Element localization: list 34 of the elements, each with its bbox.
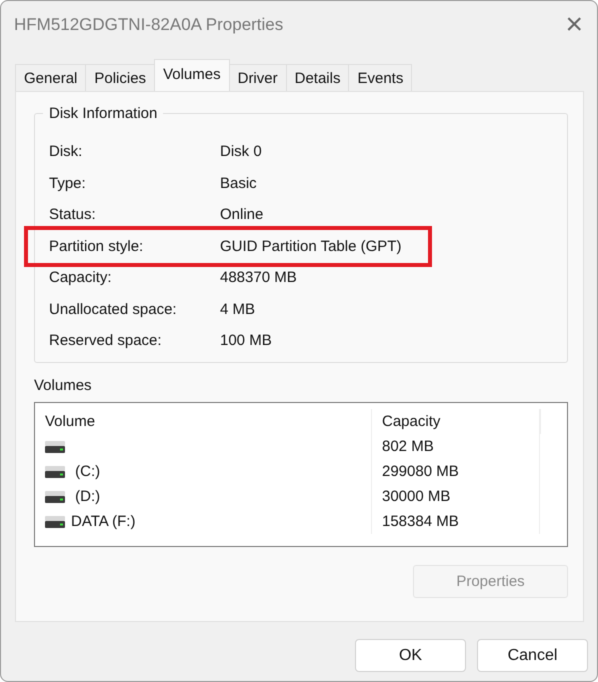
tab[interactable]: Volumes: [154, 59, 230, 91]
field-value: 488370 MB: [220, 269, 297, 286]
capacity-cell: 30000 MB: [372, 484, 540, 509]
field-label: Disk:: [49, 143, 84, 160]
section-title: Volumes: [34, 377, 93, 394]
drive-icon: [45, 440, 65, 452]
close-button[interactable]: ×: [565, 10, 583, 40]
capacity-cell: 299080 MB: [372, 459, 540, 484]
dialog-button[interactable]: Cancel: [477, 639, 588, 672]
volume-name: (C:): [74, 463, 100, 480]
field-value: GUID Partition Table (GPT): [220, 238, 402, 255]
field-value: Basic: [220, 174, 257, 192]
field-label: Partition style:: [49, 238, 144, 255]
field-value: Online: [220, 206, 264, 224]
field-value: 100 MB: [220, 332, 272, 350]
volume-name: DATA (F:): [71, 513, 136, 530]
field-label: Reserved space:: [49, 332, 163, 350]
drive-icon: [45, 516, 65, 528]
capacity-cell: 802 MB: [372, 434, 540, 459]
volume-name: (D:): [74, 488, 100, 505]
field-value: 4 MB: [220, 300, 256, 318]
field-label: Status:: [49, 206, 97, 224]
drive-icon: [45, 490, 65, 502]
field-label: Type:: [49, 174, 87, 192]
field-label: Capacity:: [49, 269, 113, 286]
tab[interactable]: Events: [348, 64, 412, 91]
dialog-button[interactable]: OK: [355, 639, 466, 672]
field-label: Unallocated space:: [49, 300, 178, 318]
column-header[interactable]: Capacity: [372, 409, 540, 441]
capacity-cell: 158384 MB: [372, 509, 540, 534]
field-value: Disk 0: [220, 143, 262, 160]
tab[interactable]: General: [15, 64, 86, 91]
window-title: HFM512GDGTNI-82A0A Properties: [14, 15, 284, 35]
drive-icon: [45, 466, 65, 478]
